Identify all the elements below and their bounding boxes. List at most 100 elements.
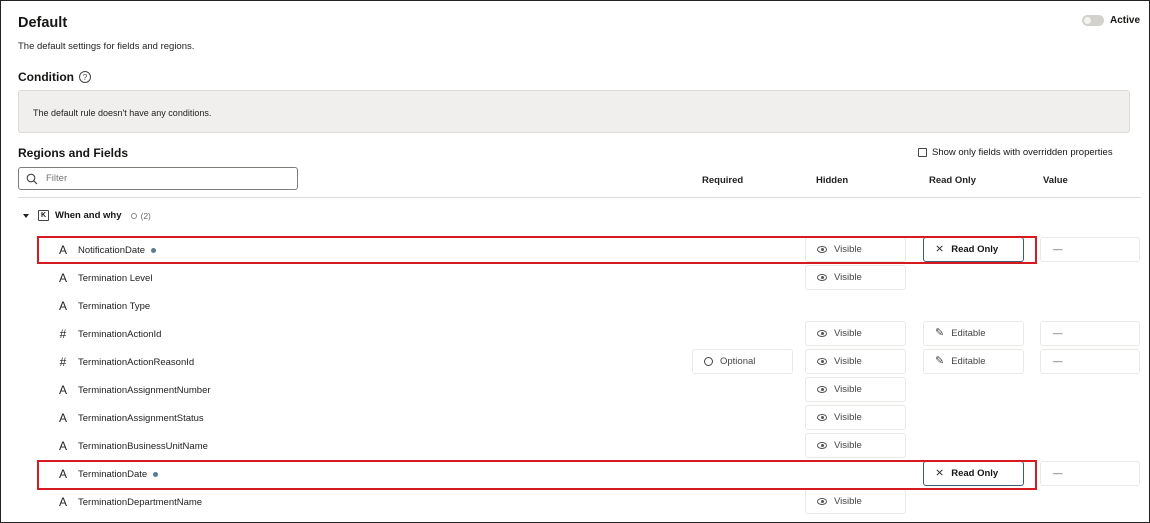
active-toggle[interactable] [1081,15,1104,26]
hidden-cell[interactable]: Visible [805,377,906,402]
eye-icon [817,386,827,393]
pencil-icon: ✎ [935,327,945,339]
hidden-text: Visible [834,412,862,423]
eye-icon [817,358,827,365]
condition-box: The default rule doesn't have any condit… [18,90,1130,133]
active-label: Active [1109,15,1140,26]
region-group-when-and-why[interactable]: K When and why (2) [23,210,151,221]
override-label: Show only fields with overridden propert… [932,147,1113,158]
field-name: TerminationDepartmentName [78,497,202,508]
field-name-text: TerminationDepartmentName [78,497,203,508]
value-text: — [1053,356,1063,367]
text-type-icon: A [58,495,67,509]
help-icon[interactable]: ? [78,71,91,83]
column-header-required: Required [702,175,744,186]
pencil-icon: ✎ [935,355,945,367]
field-name-text: TerminationBusinessUnitName [78,441,208,452]
field-name: Termination Level [78,273,152,284]
number-type-icon: # [59,355,67,369]
column-header-value: Value [1043,175,1068,186]
eye-icon [817,498,827,505]
field-row: A Termination Type [1,293,1150,319]
hidden-text: Visible [834,440,862,451]
page-title: Default [18,15,68,31]
eye-icon [817,414,827,421]
value-cell[interactable]: — [1040,349,1140,374]
eye-icon [817,330,827,337]
field-name-text: Termination Level [78,273,153,284]
search-icon [26,173,38,184]
condition-heading: Condition ? [18,70,91,84]
hidden-cell[interactable]: Visible [805,265,906,290]
text-type-icon: A [58,271,67,285]
page-frame: Default The default settings for fields … [0,0,1150,523]
field-name: Termination Type [78,301,150,312]
filter-input[interactable] [46,173,276,184]
hidden-cell[interactable]: Visible [805,489,906,514]
region-group-count: (2) [130,210,151,221]
text-type-icon: A [58,299,67,313]
read-only-text: Editable [951,328,986,339]
hidden-cell[interactable]: Visible [805,433,906,458]
condition-text: The default rule doesn't have any condit… [33,108,212,118]
region-group-label: When and why [55,210,122,221]
value-cell[interactable]: — [1040,237,1140,262]
field-name-text: TerminationAssignmentStatus [78,413,204,424]
header-divider [18,197,1141,198]
highlight-box-notificationdate [37,236,1037,264]
field-row: # TerminationActionId Visible ✎ Editable — [1,321,1150,347]
field-row: A TerminationBusinessUnitName Visible [1,433,1150,459]
field-row: A Termination Level Visible [1,265,1150,291]
region-icon: K [38,210,49,221]
hidden-text: Visible [834,328,862,339]
read-only-text: Editable [951,356,986,367]
column-header-read-only: Read Only [929,175,976,186]
field-row: A TerminationAssignmentStatus Visible [1,405,1150,431]
required-cell[interactable]: Optional [692,349,793,374]
highlight-box-terminationdate [37,460,1037,490]
number-type-icon: # [59,327,67,341]
field-name: TerminationActionReasonId [78,357,194,368]
eye-icon [817,274,827,281]
hidden-cell[interactable]: Visible [805,349,906,374]
value-text: — [1053,244,1063,255]
read-only-cell[interactable]: ✎ Editable [923,349,1024,374]
read-only-cell[interactable]: ✎ Editable [923,321,1024,346]
hidden-text: Visible [834,384,862,395]
field-row: A TerminationAssignmentNumber Visible [1,377,1150,403]
eye-icon [817,442,827,449]
hidden-cell[interactable]: Visible [805,321,906,346]
chevron-down-icon[interactable] [23,213,29,218]
radio-icon [704,357,713,366]
page-subtitle: The default settings for fields and regi… [18,41,195,52]
field-name: TerminationBusinessUnitName [78,441,208,452]
field-name: TerminationAssignmentStatus [78,413,204,424]
column-header-hidden: Hidden [816,175,849,186]
field-name-text: TerminationAssignmentNumber [78,385,211,396]
region-group-count-text: (2) [140,210,151,221]
value-cell[interactable]: — [1040,461,1140,486]
active-toggle-group: Active [1081,15,1140,26]
field-row: # TerminationActionReasonId Optional Visibl… [1,349,1150,375]
field-name: TerminationActionId [78,329,161,340]
value-text: — [1053,328,1063,339]
field-name-text: TerminationActionReasonId [78,357,195,368]
hidden-text: Visible [834,496,862,507]
field-name: TerminationAssignmentNumber [78,385,211,396]
hidden-text: Visible [834,272,862,283]
field-name-text: TerminationActionId [78,329,162,340]
override-checkbox[interactable]: Show only fields with overridden propert… [918,147,1113,158]
circle-icon [130,212,137,219]
filter-field[interactable] [18,167,298,190]
condition-heading-label: Condition [18,70,74,84]
required-text: Optional [720,356,756,367]
text-type-icon: A [58,383,67,397]
value-text: — [1053,468,1063,479]
hidden-text: Visible [834,356,862,367]
hidden-cell[interactable]: Visible [805,405,906,430]
field-row: A TerminationDepartmentName Visible [1,489,1150,515]
text-type-icon: A [58,439,67,453]
value-cell[interactable]: — [1040,321,1140,346]
checkbox-icon[interactable] [918,148,927,157]
text-type-icon: A [58,411,67,425]
